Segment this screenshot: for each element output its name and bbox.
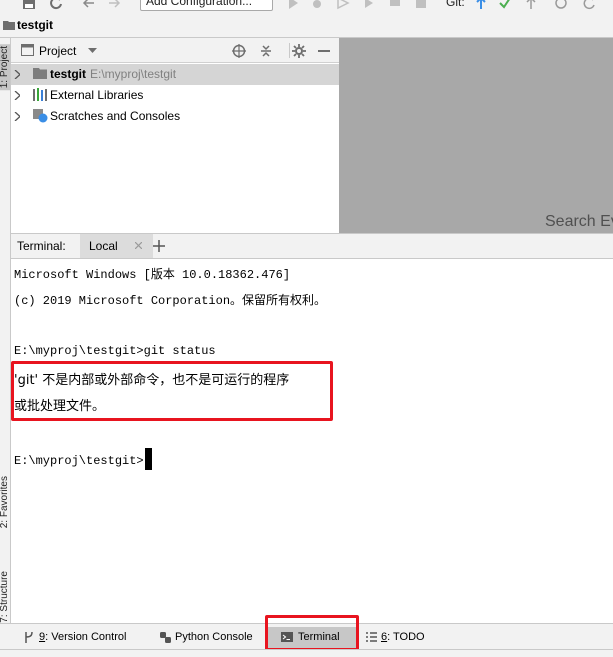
main-toolbar: Add Configuration... Git:	[0, 0, 613, 13]
tab-label: : Version Control	[45, 631, 127, 643]
tool-tab-project[interactable]: 1: Project	[0, 44, 10, 91]
terminal-tab-label: Local	[89, 239, 118, 253]
tool-tab-python-console[interactable]: Python Console	[160, 627, 265, 648]
text-cursor	[144, 448, 152, 470]
chevron-right-icon[interactable]	[14, 112, 20, 121]
chevron-down-icon[interactable]	[88, 48, 97, 53]
git-commit-icon[interactable]	[498, 0, 512, 10]
project-panel-header: Project	[11, 38, 339, 63]
tree-item-testgit[interactable]: testgit E:\myproj\testgit	[11, 64, 339, 85]
project-panel: Project testgit E:\myproj\testgit Externa…	[11, 38, 339, 233]
library-icon	[33, 88, 47, 101]
run-configuration-selector[interactable]: Add Configuration...	[140, 0, 273, 11]
git-label: Git:	[446, 0, 465, 9]
folder-icon	[33, 68, 47, 79]
terminal-prompt-line: E:\myproj\testgit>	[14, 448, 152, 470]
folder-icon	[3, 21, 15, 30]
collapse-all-icon[interactable]	[258, 43, 274, 59]
tree-item-label: External Libraries	[50, 88, 144, 102]
git-update-icon[interactable]	[474, 0, 488, 10]
run-icon[interactable]	[286, 0, 300, 10]
terminal-tab-local[interactable]: Local	[80, 234, 153, 258]
tab-label: Python Console	[175, 631, 253, 643]
terminal-prompt: E:\myproj\testgit>	[14, 454, 144, 468]
terminal-tab-highlight-box	[265, 615, 359, 651]
tree-item-external-libraries[interactable]: External Libraries	[11, 85, 339, 106]
stop-icon[interactable]	[414, 0, 428, 10]
status-bar	[0, 649, 613, 657]
history-icon[interactable]	[554, 0, 568, 10]
rollback-icon[interactable]	[582, 0, 596, 10]
scratches-icon	[33, 109, 48, 123]
locate-icon[interactable]	[231, 43, 247, 59]
project-view-selector[interactable]: Project	[39, 44, 76, 58]
left-tool-strip: 1: Project 2: Favorites 7: Structure	[0, 38, 11, 623]
terminal-line: Microsoft Windows [版本 10.0.18362.476]	[14, 268, 291, 282]
build-icon[interactable]	[388, 0, 402, 10]
profile-icon[interactable]	[362, 0, 376, 10]
navigation-bar: testgit	[0, 13, 613, 38]
chevron-right-icon[interactable]	[14, 70, 20, 79]
editor-hint-text: Search Ev	[545, 213, 613, 230]
error-highlight-box	[11, 361, 333, 421]
tree-item-scratches[interactable]: Scratches and Consoles	[11, 106, 339, 127]
tree-item-label: testgit	[50, 67, 86, 81]
terminal-output[interactable]: Microsoft Windows [版本 10.0.18362.476] (c…	[11, 259, 613, 623]
python-icon	[160, 632, 171, 643]
debug-icon[interactable]	[310, 0, 324, 10]
editor-empty-area[interactable]: Search Ev	[339, 38, 613, 233]
terminal-header: Terminal: Local	[11, 233, 613, 259]
tree-item-path: E:\myproj\testgit	[90, 67, 177, 81]
forward-arrow-icon[interactable]	[107, 0, 121, 10]
save-icon[interactable]	[22, 0, 36, 10]
tab-label: : TODO	[387, 631, 425, 643]
hide-panel-icon[interactable]	[316, 43, 332, 59]
tool-tab-favorites[interactable]: 2: Favorites	[0, 476, 10, 528]
sync-icon[interactable]	[49, 0, 63, 10]
tool-tab-version-control[interactable]: 9: Version Control	[24, 627, 139, 648]
chevron-right-icon[interactable]	[14, 91, 20, 100]
todo-list-icon	[366, 632, 377, 642]
project-view-icon	[21, 44, 34, 56]
coverage-icon[interactable]	[336, 0, 350, 10]
tool-tab-todo[interactable]: 6: TODO	[366, 627, 436, 648]
breadcrumb-project[interactable]: testgit	[17, 18, 53, 32]
terminal-line: (c) 2019 Microsoft Corporation。保留所有权利。	[14, 294, 327, 308]
close-icon[interactable]	[135, 242, 142, 249]
back-arrow-icon[interactable]	[82, 0, 96, 10]
git-push-icon[interactable]	[524, 0, 538, 10]
tool-tab-structure[interactable]: 7: Structure	[0, 571, 10, 623]
plus-icon[interactable]	[153, 240, 165, 252]
version-control-icon	[25, 632, 33, 643]
terminal-title: Terminal:	[17, 239, 66, 253]
header-divider	[289, 43, 290, 58]
gear-icon[interactable]	[291, 43, 307, 59]
tree-item-label: Scratches and Consoles	[50, 109, 181, 123]
